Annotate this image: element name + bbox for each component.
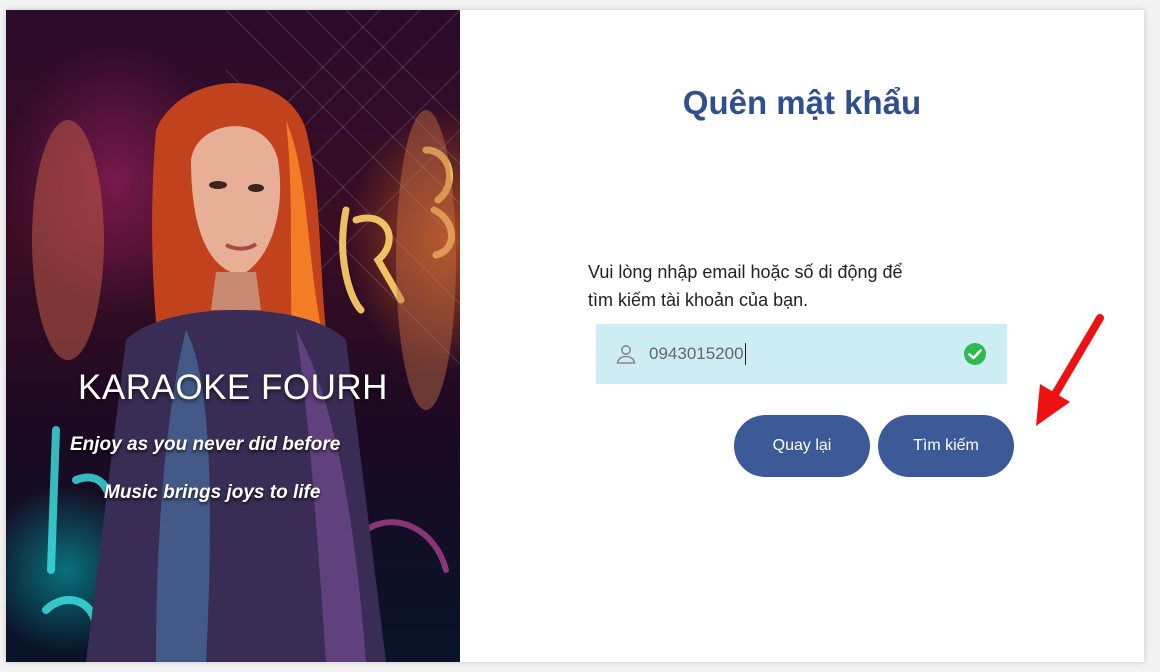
instructions-text: Vui lòng nhập email hoặc số di động để t…: [588, 258, 1008, 314]
poster-tagline: Enjoy as you never did before: [70, 434, 341, 455]
red-arrow-icon: [1036, 314, 1104, 426]
forgot-password-card: KARAOKE FOURH Enjoy as you never did bef…: [6, 10, 1144, 662]
check-circle-icon: [964, 343, 986, 365]
search-button[interactable]: Tìm kiếm: [878, 415, 1014, 477]
email-phone-input[interactable]: 0943015200: [596, 324, 1007, 384]
page-title: Quên mật khẩu: [682, 84, 922, 121]
input-value[interactable]: 0943015200: [649, 343, 746, 365]
poster-tagline-secondary: Music brings joys to life: [104, 482, 321, 503]
poster-artwork: [32, 10, 460, 662]
karaoke-poster: KARAOKE FOURH Enjoy as you never did bef…: [6, 10, 460, 662]
instructions-line-1: Vui lòng nhập email hoặc số di động để: [588, 262, 903, 282]
poster-title: KARAOKE FOURH: [78, 368, 388, 407]
back-button[interactable]: Quay lại: [734, 415, 870, 477]
instructions-line-2: tìm kiếm tài khoản của bạn.: [588, 290, 809, 310]
user-icon: [616, 345, 636, 364]
